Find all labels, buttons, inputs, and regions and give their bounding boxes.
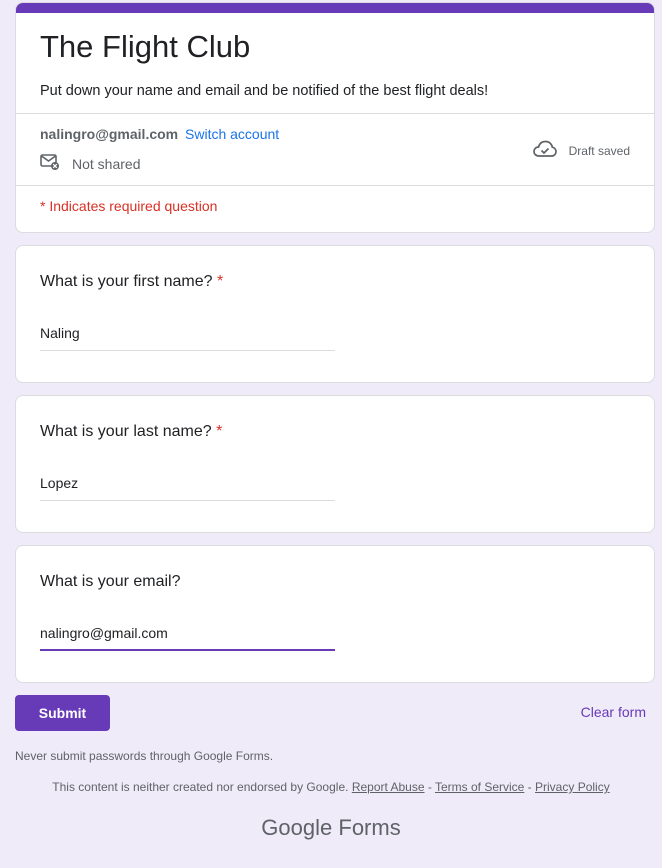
- footer-disclaimer: This content is neither created nor endo…: [0, 780, 662, 794]
- brand-forms: Forms: [338, 815, 401, 840]
- divider: [16, 113, 654, 114]
- question-card-email: What is your email?: [15, 545, 655, 683]
- not-shared-label: Not shared: [72, 155, 141, 172]
- google-forms-logo[interactable]: Google Forms: [0, 815, 662, 841]
- question-title: What is your first name? *: [40, 273, 223, 291]
- submit-button[interactable]: Submit: [15, 695, 110, 731]
- question-card-last-name: What is your last name? *: [15, 395, 655, 533]
- brand-google: Google: [261, 815, 333, 840]
- question-text: What is your last name?: [40, 423, 212, 440]
- mail-not-shared-icon: [40, 153, 72, 174]
- report-abuse-link[interactable]: Report Abuse: [352, 780, 425, 794]
- form-description: Put down your name and email and be noti…: [40, 83, 489, 99]
- accent-bar: [16, 3, 654, 13]
- question-card-first-name: What is your first name? *: [15, 245, 655, 383]
- privacy-policy-link[interactable]: Privacy Policy: [535, 780, 610, 794]
- sharing-status: Not shared: [40, 153, 140, 174]
- divider: [16, 185, 654, 186]
- first-name-input[interactable]: [40, 321, 335, 351]
- email-input[interactable]: [40, 621, 335, 651]
- separator: -: [424, 780, 435, 794]
- draft-saved-label: Draft saved: [568, 143, 630, 158]
- form-header-card: The Flight Club Put down your name and e…: [15, 2, 655, 233]
- switch-account-link[interactable]: Switch account: [185, 126, 279, 142]
- form-title: The Flight Club: [40, 29, 251, 64]
- question-text: What is your email?: [40, 573, 181, 590]
- cloud-done-icon: [532, 140, 569, 161]
- question-title: What is your last name? *: [40, 423, 222, 441]
- question-text: What is your first name?: [40, 273, 213, 290]
- question-title: What is your email?: [40, 573, 181, 591]
- account-email: nalingro@gmail.com: [40, 126, 179, 142]
- separator: -: [524, 780, 536, 794]
- disclaimer-text: This content is neither created nor endo…: [52, 780, 349, 794]
- draft-status: Draft saved: [532, 140, 630, 161]
- required-asterisk: *: [216, 273, 224, 290]
- required-asterisk: *: [216, 423, 223, 440]
- required-note: * Indicates required question: [40, 198, 218, 214]
- account-line: nalingro@gmail.com Switch account: [40, 126, 279, 142]
- password-warning: Never submit passwords through Google Fo…: [15, 749, 274, 763]
- last-name-input[interactable]: [40, 471, 335, 501]
- terms-of-service-link[interactable]: Terms of Service: [435, 780, 524, 794]
- clear-form-button[interactable]: Clear form: [581, 704, 646, 720]
